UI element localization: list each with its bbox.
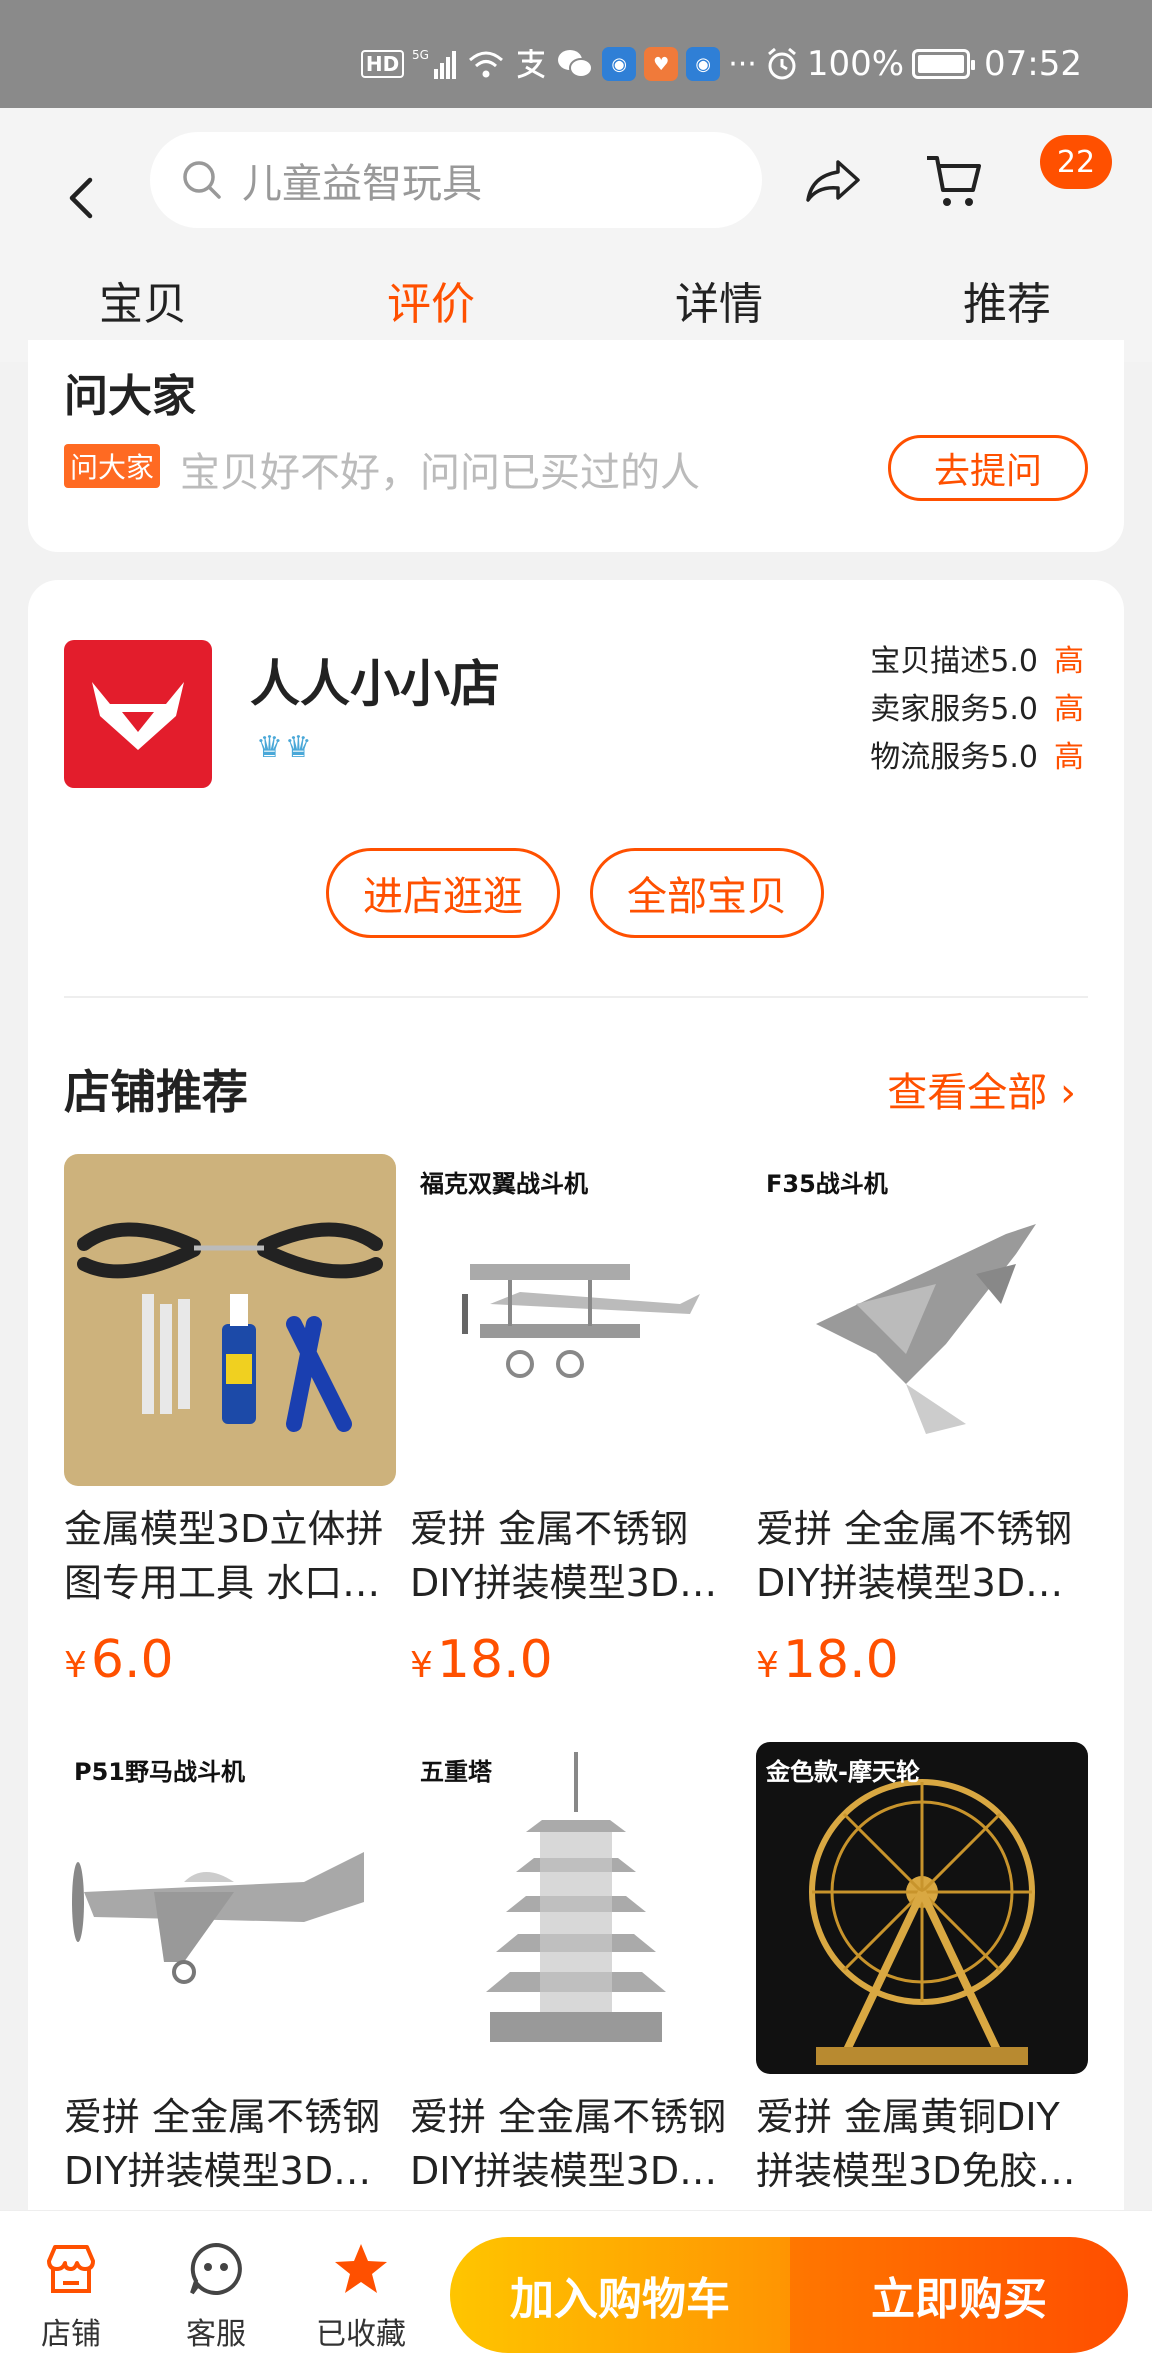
wifi-icon bbox=[466, 48, 506, 80]
bottom-action-bar: 店铺 客服 已收藏 加入购物车 立即购买 bbox=[0, 2210, 1152, 2376]
share-button[interactable] bbox=[800, 148, 866, 214]
search-placeholder: 儿童益智玩具 bbox=[242, 161, 482, 207]
rating-row: 卖家服务5.0 高 bbox=[870, 692, 1084, 727]
product-image-caption: F35战斗机 bbox=[766, 1170, 888, 1198]
signal-icon: 5G bbox=[412, 47, 458, 81]
product-card[interactable]: 金属模型3D立体拼 图专用工具 水口… ¥6.0 bbox=[64, 1154, 396, 1690]
product-card[interactable]: 金色款-摩天轮 爱拼 金属黄铜DIY 拼装模型3D免胶… bbox=[756, 1742, 1088, 2198]
divider bbox=[64, 996, 1088, 998]
favorite-label: 已收藏 bbox=[316, 2317, 406, 2352]
product-price: ¥6.0 bbox=[64, 1630, 174, 1690]
store-icon bbox=[47, 2245, 95, 2293]
product-title[interactable]: 爱拼 全金属不锈钢 DIY拼装模型3D… bbox=[410, 2090, 750, 2198]
add-to-cart-button[interactable]: 加入购物车 bbox=[450, 2237, 790, 2353]
tab-item[interactable]: 宝贝 bbox=[43, 268, 243, 332]
search-icon bbox=[183, 161, 221, 199]
search-bar[interactable]: 儿童益智玩具 bbox=[150, 132, 762, 228]
product-card[interactable]: P51野马战斗机 爱拼 全金属不锈钢 DIY拼装模型3D… bbox=[64, 1742, 396, 2198]
chevron-right-icon: › bbox=[1060, 1070, 1076, 1116]
chat-face-icon bbox=[190, 2242, 242, 2295]
pagoda-image bbox=[486, 1752, 666, 2042]
buy-now-button[interactable]: 立即购买 bbox=[790, 2237, 1128, 2353]
back-arrow-icon bbox=[69, 177, 93, 219]
shop-recommend-title: 店铺推荐 bbox=[64, 1065, 248, 1119]
shop-card: 人人小小店 ♛♛ 宝贝描述5.0 高 卖家服务5.0 高 物流服务5.0 高 进店逛逛… bbox=[28, 580, 1124, 2340]
mustang-image bbox=[72, 1852, 364, 1984]
product-card[interactable]: F35战斗机 爱拼 全金属不锈钢 DIY拼装模型3D… ¥18.0 bbox=[756, 1154, 1088, 1690]
ferris-wheel-image bbox=[809, 1779, 1035, 2065]
wechat-icon bbox=[556, 47, 594, 81]
customer-service-label: 客服 bbox=[186, 2317, 246, 2352]
hd-indicator: HD bbox=[360, 50, 405, 78]
product-image[interactable]: 五重塔 bbox=[410, 1742, 742, 2074]
product-title[interactable]: 爱拼 金属不锈钢 DIY拼装模型3D… bbox=[410, 1502, 750, 1610]
biplane-image bbox=[462, 1264, 700, 1378]
product-title[interactable]: 爱拼 金属黄铜DIY 拼装模型3D免胶… bbox=[756, 2090, 1096, 2198]
rating-row: 宝贝描述5.0 高 bbox=[870, 644, 1084, 679]
rating-row: 物流服务5.0 高 bbox=[870, 740, 1084, 775]
shop-logo[interactable] bbox=[64, 640, 212, 788]
all-items-button[interactable]: 全部宝贝 bbox=[590, 848, 824, 938]
product-image[interactable] bbox=[64, 1154, 396, 1486]
shop-ratings: 宝贝描述5.0 高 卖家服务5.0 高 物流服务5.0 高 bbox=[870, 638, 1084, 782]
product-image[interactable]: 金色款-摩天轮 bbox=[756, 1742, 1088, 2074]
ask-everyone-card: 问大家 问大家 宝贝好不好，问问已买过的人 去提问 bbox=[28, 340, 1124, 552]
view-all-link[interactable]: 查看全部 › bbox=[887, 1060, 1076, 1118]
back-button[interactable] bbox=[56, 156, 106, 240]
shop-name[interactable]: 人人小小店 bbox=[250, 644, 500, 716]
svg-text:5G: 5G bbox=[412, 48, 429, 62]
alipay-icon bbox=[514, 47, 548, 81]
product-title[interactable]: 金属模型3D立体拼 图专用工具 水口… bbox=[64, 1502, 404, 1610]
favorite-button[interactable]: 已收藏 bbox=[306, 2239, 416, 2353]
product-image-caption: 金色款-摩天轮 bbox=[766, 1758, 920, 1786]
status-bar: HD 5G ◉ ♥ ◉ ··· 100% 07:52 bbox=[0, 0, 1152, 108]
product-card[interactable]: 五重塔 爱拼 全金属不锈钢 DIY拼装模型3D… bbox=[410, 1742, 742, 2198]
status-icons: HD 5G ◉ ♥ ◉ ··· 100% 07:52 bbox=[360, 44, 1082, 84]
tab-review[interactable]: 评价 bbox=[331, 268, 531, 332]
product-price: ¥18.0 bbox=[756, 1630, 899, 1690]
more-notifications-icon: ··· bbox=[728, 46, 757, 82]
top-header: 儿童益智玩具 22 宝贝 评价 详情 推荐 bbox=[0, 108, 1152, 362]
tools-image bbox=[77, 1222, 383, 1432]
ask-hint[interactable]: 宝贝好不好，问问已买过的人 bbox=[180, 440, 700, 498]
product-title[interactable]: 爱拼 全金属不锈钢 DIY拼装模型3D… bbox=[64, 2090, 404, 2198]
ask-title: 问大家 bbox=[64, 371, 196, 422]
bull-logo-icon bbox=[92, 682, 184, 750]
share-icon bbox=[806, 160, 860, 202]
product-image-caption: 福克双翼战斗机 bbox=[420, 1170, 588, 1198]
product-card[interactable]: 福克双翼战斗机 爱拼 金属不锈钢 DIY拼装模型3D… ¥18.0 bbox=[410, 1154, 742, 1690]
shop-level-crown-icon: ♛♛ bbox=[256, 730, 314, 765]
cart-button[interactable] bbox=[920, 148, 986, 214]
app-notification-icon-2: ◉ bbox=[686, 47, 721, 81]
battery-icon bbox=[912, 49, 976, 79]
clock: 07:52 bbox=[984, 44, 1082, 84]
visit-shop-button[interactable]: 进店逛逛 bbox=[326, 848, 560, 938]
product-image-caption: P51野马战斗机 bbox=[74, 1758, 245, 1786]
product-image[interactable]: P51野马战斗机 bbox=[64, 1742, 396, 2074]
customer-service-button[interactable]: 客服 bbox=[161, 2239, 271, 2353]
alarm-icon bbox=[765, 47, 799, 81]
battery-percent: 100% bbox=[806, 44, 905, 84]
shop-nav-label: 店铺 bbox=[41, 2317, 101, 2352]
star-filled-icon bbox=[335, 2244, 387, 2293]
tab-details[interactable]: 详情 bbox=[619, 268, 819, 332]
product-image-caption: 五重塔 bbox=[420, 1758, 492, 1786]
product-image[interactable]: F35战斗机 bbox=[756, 1154, 1088, 1486]
product-title[interactable]: 爱拼 全金属不锈钢 DIY拼装模型3D… bbox=[756, 1502, 1096, 1610]
health-app-icon: ♥ bbox=[644, 47, 679, 81]
ask-tag: 问大家 bbox=[64, 444, 161, 488]
product-image[interactable]: 福克双翼战斗机 bbox=[410, 1154, 742, 1486]
app-notification-icon: ◉ bbox=[602, 47, 637, 81]
product-price: ¥18.0 bbox=[410, 1630, 553, 1690]
ask-question-button[interactable]: 去提问 bbox=[888, 435, 1088, 501]
tab-recommend[interactable]: 推荐 bbox=[907, 268, 1107, 332]
shop-nav-button[interactable]: 店铺 bbox=[16, 2239, 126, 2353]
jet-image bbox=[816, 1224, 1036, 1434]
cart-count-badge[interactable]: 22 bbox=[1040, 135, 1112, 189]
cart-icon bbox=[927, 156, 981, 206]
